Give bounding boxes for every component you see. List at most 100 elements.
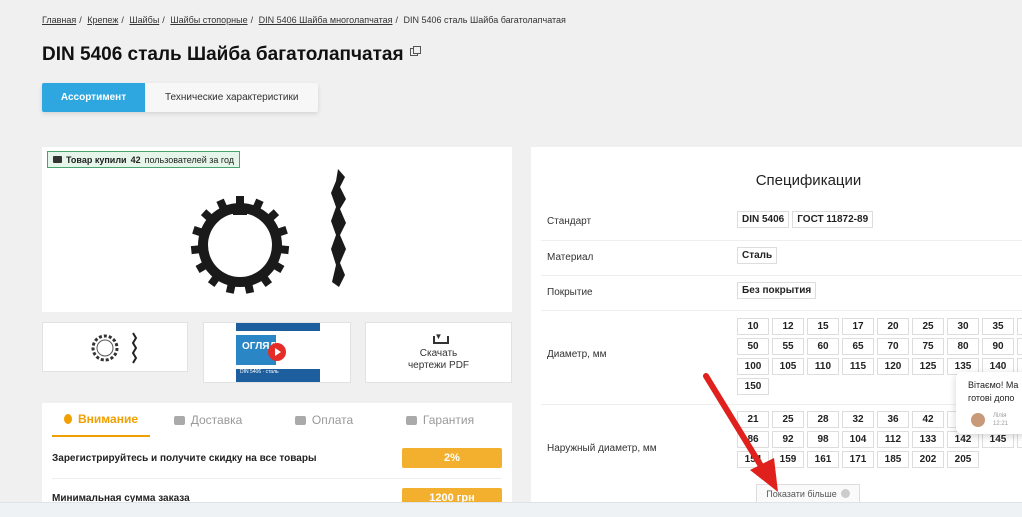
- spec-values: Сталь: [737, 247, 780, 267]
- size-tag[interactable]: 112: [877, 431, 909, 448]
- size-tag[interactable]: 202: [912, 451, 944, 468]
- spec-label: Диаметр, мм: [547, 349, 607, 360]
- spec-tag[interactable]: DIN 5406: [737, 211, 790, 228]
- chat-widget[interactable]: Вітаємо! Ма готові допо Лілія 12:21: [956, 372, 1022, 434]
- spec-label: Покрытие: [547, 287, 593, 298]
- size-tag[interactable]: 185: [877, 451, 909, 468]
- chat-line1: Вітаємо! Ма: [968, 380, 1019, 390]
- size-tag[interactable]: 98: [807, 431, 839, 448]
- chevron-down-icon: [840, 489, 850, 498]
- download-drawings-button[interactable]: Скачать чертежи PDF: [365, 322, 512, 383]
- washer-thumb-image: [91, 332, 138, 364]
- info-row-value: 2%: [402, 448, 502, 468]
- bottom-bar: [0, 502, 1022, 517]
- size-tag[interactable]: 50: [737, 338, 769, 355]
- size-tag[interactable]: 17: [842, 318, 874, 335]
- size-tag[interactable]: 45: [1017, 318, 1022, 335]
- truck-icon: [173, 415, 185, 425]
- spec-tag[interactable]: Без покрытия: [737, 282, 817, 299]
- tab-attention-label: Внимание: [78, 412, 138, 426]
- video-caption: DIN 5406 · сталь: [240, 369, 279, 375]
- size-tag[interactable]: 42: [912, 411, 944, 428]
- download-label-line1: Скачать: [419, 348, 458, 359]
- tab-warranty[interactable]: Гарантия: [382, 403, 498, 437]
- avatar: [971, 413, 985, 427]
- size-tag[interactable]: 35: [982, 318, 1014, 335]
- spec-label: Наружный диаметр, мм: [547, 443, 657, 454]
- size-tag[interactable]: 205: [947, 451, 979, 468]
- breadcrumb-link-din5406[interactable]: DIN 5406 Шайба многолапчатая: [259, 15, 393, 25]
- size-tag[interactable]: 70: [877, 338, 909, 355]
- spec-tag[interactable]: ГОСТ 11872-89: [792, 211, 874, 228]
- size-tag[interactable]: 110: [807, 358, 839, 375]
- size-tag[interactable]: 65: [842, 338, 874, 355]
- spec-title: Спецификации: [755, 172, 862, 189]
- chat-agent: Лілія 12:21: [993, 412, 1008, 428]
- product-image[interactable]: Товар купили 42 пользователей за год: [42, 147, 512, 312]
- chat-agent-name: Лілія: [993, 413, 1007, 419]
- size-tag[interactable]: 15: [807, 318, 839, 335]
- info-panel: Внимание Доставка Оплата Гарантия Зареги…: [42, 403, 512, 517]
- spec-row-material: Материал Сталь: [541, 241, 1022, 276]
- size-tag[interactable]: 161: [807, 451, 839, 468]
- video-preview[interactable]: ОГЛЯД DIN 5406 · сталь: [236, 323, 320, 382]
- chat-time: 12:21: [993, 421, 1009, 427]
- money-icon: [294, 415, 306, 425]
- size-tag[interactable]: 171: [842, 451, 874, 468]
- warning-icon: [64, 414, 73, 424]
- tab-payment[interactable]: Оплата: [266, 403, 382, 437]
- size-tag[interactable]: 95: [1017, 338, 1022, 355]
- divider: [52, 478, 502, 479]
- spec-label: Материал: [547, 252, 594, 263]
- red-arrow-annotation: [703, 373, 778, 492]
- tab-tech-specs[interactable]: Технические характеристики: [145, 83, 318, 112]
- breadcrumb-link-fasteners[interactable]: Крепеж: [87, 15, 118, 25]
- tab-attention[interactable]: Внимание: [52, 403, 150, 437]
- spec-values: DIN 5406 ГОСТ 11872-89: [737, 211, 876, 231]
- thumbnail-washer[interactable]: [42, 322, 188, 372]
- size-tag[interactable]: 28: [807, 411, 839, 428]
- breadcrumb: Главная / Крепеж / Шайбы / Шайбы стопорные /…: [42, 15, 566, 25]
- size-tag[interactable]: 120: [877, 358, 909, 375]
- chat-message: Вітаємо! Ма готові допо: [968, 379, 1018, 405]
- spec-values: Без покрытия: [737, 282, 819, 302]
- thumbnail-video[interactable]: ОГЛЯД DIN 5406 · сталь: [203, 322, 351, 383]
- breadcrumb-current: DIN 5406 сталь Шайба багатолапчатая: [403, 15, 566, 25]
- info-tabs: Внимание Доставка Оплата Гарантия: [42, 403, 512, 438]
- breadcrumb-link-washers[interactable]: Шайбы: [129, 15, 159, 25]
- tab-delivery-label: Доставка: [190, 413, 243, 427]
- washer-image: [190, 169, 346, 294]
- size-tag[interactable]: 36: [877, 411, 909, 428]
- spec-row-standard: Стандарт DIN 5406 ГОСТ 11872-89: [541, 205, 1022, 241]
- page-title-text: DIN 5406 сталь Шайба багатолапчатая: [42, 44, 404, 65]
- size-tag[interactable]: 90: [982, 338, 1014, 355]
- spec-label: Стандарт: [547, 216, 592, 227]
- info-row-discount: Зарегистрируйтесь и получите скидку на в…: [52, 448, 502, 468]
- tab-assortment[interactable]: Ассортимент: [42, 83, 145, 112]
- size-tag[interactable]: 80: [947, 338, 979, 355]
- size-tag[interactable]: 125: [912, 358, 944, 375]
- size-tag[interactable]: 115: [842, 358, 874, 375]
- size-tag[interactable]: 25: [912, 318, 944, 335]
- copy-icon[interactable]: [409, 46, 421, 56]
- tab-delivery[interactable]: Доставка: [150, 403, 266, 437]
- size-tag[interactable]: 30: [947, 318, 979, 335]
- size-tag[interactable]: 104: [842, 431, 874, 448]
- size-tag[interactable]: 20: [877, 318, 909, 335]
- product-tabs: Ассортимент Технические характеристики: [42, 83, 319, 112]
- play-icon[interactable]: [268, 343, 286, 361]
- size-tag[interactable]: 32: [842, 411, 874, 428]
- size-tag[interactable]: 12: [772, 318, 804, 335]
- size-tag[interactable]: 10: [737, 318, 769, 335]
- breadcrumb-link-lock-washers[interactable]: Шайбы стопорные: [170, 15, 247, 25]
- size-tag[interactable]: 60: [807, 338, 839, 355]
- breadcrumb-link-home[interactable]: Главная: [42, 15, 76, 25]
- spec-tag[interactable]: Сталь: [737, 247, 778, 264]
- chat-line2: готові допо: [968, 393, 1015, 403]
- size-tag[interactable]: 75: [912, 338, 944, 355]
- spec-row-coating: Покрытие Без покрытия: [541, 276, 1022, 311]
- size-tag[interactable]: 55: [772, 338, 804, 355]
- tab-payment-label: Оплата: [311, 413, 354, 427]
- download-icon: [432, 331, 449, 344]
- size-tag[interactable]: 133: [912, 431, 944, 448]
